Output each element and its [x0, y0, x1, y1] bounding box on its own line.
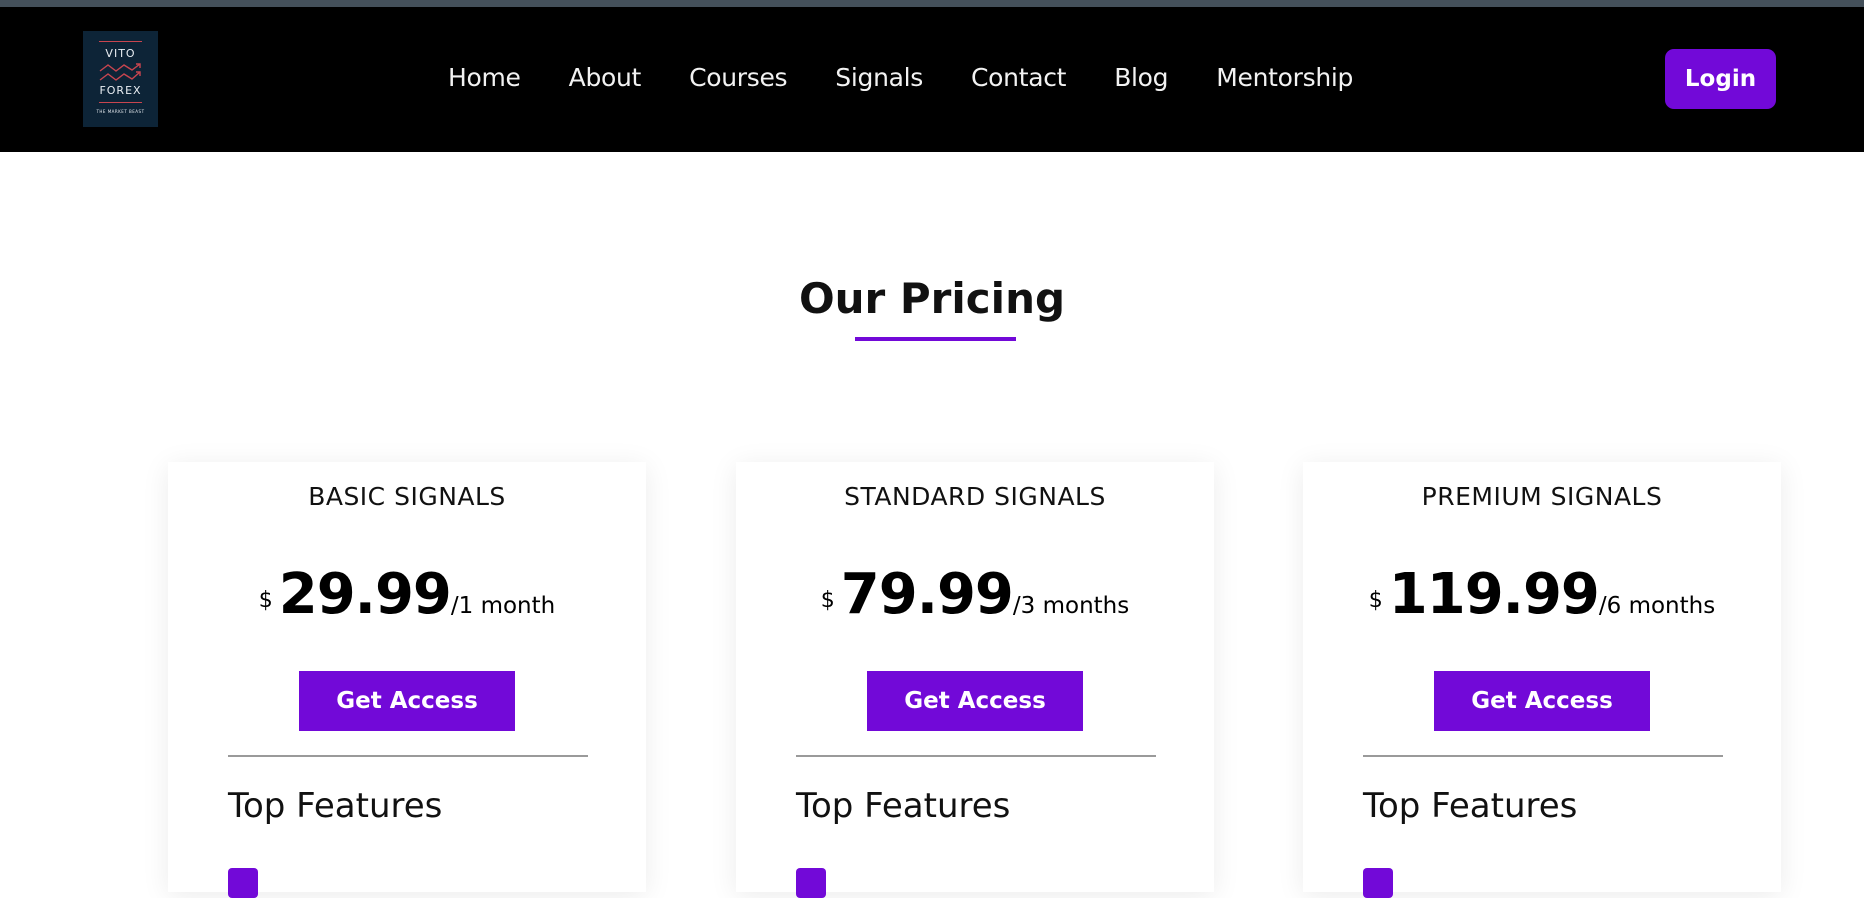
pricing-card-basic: BASIC SIGNALS $29.99/1 month Get Access … — [168, 462, 646, 898]
features-title: Top Features — [228, 786, 443, 826]
features-title: Top Features — [796, 786, 1011, 826]
nav-home[interactable]: Home — [448, 63, 521, 92]
feature-check-icon — [228, 868, 258, 898]
pricing-title-underline — [855, 337, 1016, 341]
card-divider — [228, 755, 588, 757]
main-nav: Home About Courses Signals Contact Blog … — [448, 63, 1401, 92]
get-access-button[interactable]: Get Access — [867, 671, 1083, 731]
card-divider — [796, 755, 1156, 757]
nav-courses[interactable]: Courses — [689, 63, 788, 92]
logo-rule-top — [99, 41, 142, 42]
window-top-border — [0, 0, 1864, 7]
plan-price: $79.99/3 months — [736, 562, 1214, 627]
feature-check-icon — [1363, 868, 1393, 898]
price-amount: 79.99 — [840, 562, 1014, 627]
price-period: /1 month — [450, 593, 556, 619]
pricing-title: Our Pricing — [798, 274, 1066, 323]
currency-symbol: $ — [1368, 588, 1383, 613]
logo-text-forex: FOREX — [99, 84, 142, 97]
price-period: /6 months — [1598, 593, 1716, 619]
nav-mentorship[interactable]: Mentorship — [1216, 63, 1353, 92]
get-access-button[interactable]: Get Access — [1434, 671, 1650, 731]
logo-tagline: THE MARKET BEAST — [96, 109, 145, 114]
currency-symbol: $ — [820, 588, 835, 613]
plan-name: PREMIUM SIGNALS — [1421, 482, 1663, 511]
pricing-card-premium: PREMIUM SIGNALS $119.99/6 months Get Acc… — [1303, 462, 1781, 898]
feature-check-icon — [796, 868, 826, 898]
get-access-button[interactable]: Get Access — [299, 671, 515, 731]
nav-contact[interactable]: Contact — [971, 63, 1066, 92]
price-amount: 29.99 — [278, 562, 452, 627]
currency-symbol: $ — [258, 588, 273, 613]
zigzag-arrows-icon — [99, 63, 141, 81]
nav-blog[interactable]: Blog — [1114, 63, 1168, 92]
login-button[interactable]: Login — [1665, 49, 1776, 109]
site-header: VITO FOREX THE MARKET BEAST Home About C… — [0, 7, 1864, 152]
plan-name: BASIC SIGNALS — [308, 482, 506, 511]
plan-name: STANDARD SIGNALS — [844, 482, 1106, 511]
nav-about[interactable]: About — [569, 63, 642, 92]
logo-text-vito: VITO — [105, 47, 136, 60]
logo-rule-bottom — [99, 102, 142, 103]
card-divider — [1363, 755, 1723, 757]
plan-price: $119.99/6 months — [1303, 562, 1781, 627]
price-period: /3 months — [1012, 593, 1130, 619]
price-amount: 119.99 — [1388, 562, 1600, 627]
nav-signals[interactable]: Signals — [835, 63, 923, 92]
plan-price: $29.99/1 month — [168, 562, 646, 627]
pricing-card-standard: STANDARD SIGNALS $79.99/3 months Get Acc… — [736, 462, 1214, 898]
features-title: Top Features — [1363, 786, 1578, 826]
site-logo[interactable]: VITO FOREX THE MARKET BEAST — [83, 31, 158, 127]
